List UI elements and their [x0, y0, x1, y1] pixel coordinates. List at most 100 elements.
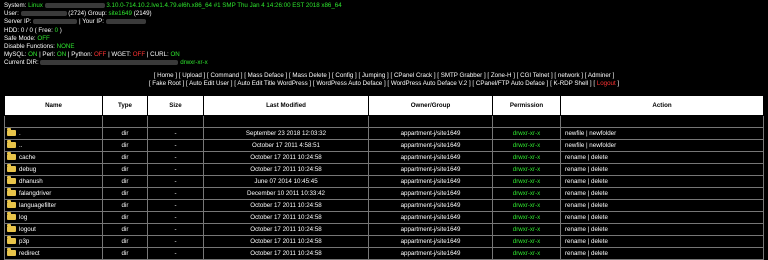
action-cell[interactable]: rename | delete: [560, 151, 764, 164]
permission-cell[interactable]: drwxr-xr-x: [492, 151, 561, 164]
server-info-panel: System: Linux 3.10.0-714.10.2.lve1.4.79.…: [4, 2, 342, 68]
menu-link-cpanel-crack[interactable]: CPanel Crack: [394, 72, 432, 79]
menu-link-cgi-telnet[interactable]: CGI Telnet: [520, 72, 549, 79]
action-cell[interactable]: rename | delete: [560, 163, 764, 176]
action-cell[interactable]: rename | delete: [560, 199, 764, 212]
folder-link[interactable]: logout: [19, 226, 36, 233]
action-cell[interactable]: newfile | newfolder: [560, 139, 764, 152]
hdd-row: HDD: 0 / 0 ( Free: 0 ): [4, 27, 342, 35]
action-cell[interactable]: rename | delete: [560, 235, 764, 248]
user-row: User: (2724) Group: site1649 (2149): [4, 10, 342, 18]
folder-link[interactable]: debug: [19, 166, 36, 173]
size-cell: -: [147, 163, 204, 176]
column-header-action: Action: [560, 95, 764, 116]
size-cell: -: [147, 199, 204, 212]
current-dir-row: Current DIR: drwxr-xr-x: [4, 59, 342, 67]
action-cell[interactable]: newfile | newfolder: [560, 127, 764, 140]
folder-icon: [7, 224, 16, 233]
owner-cell: appartment-j/site1649: [368, 139, 493, 152]
column-header-size: Size: [147, 95, 204, 116]
modified-cell: October 17 2011 10:24:58: [203, 235, 369, 248]
permission-cell[interactable]: drwxr-xr-x: [492, 139, 561, 152]
permission-cell[interactable]: drwxr-xr-x: [492, 211, 561, 224]
action-cell[interactable]: rename | delete: [560, 247, 764, 260]
action-cell[interactable]: rename | delete: [560, 211, 764, 224]
folder-link[interactable]: p3p: [19, 238, 29, 245]
folder-icon: [7, 128, 16, 137]
name-cell: .: [4, 127, 103, 140]
safe-mode-value: OFF: [37, 34, 50, 42]
size-cell: -: [147, 175, 204, 188]
folder-link[interactable]: cache: [19, 154, 36, 161]
modified-cell: December 10 2011 10:33:42: [203, 187, 369, 200]
menu-link-upload[interactable]: Upload: [182, 72, 202, 79]
curl-value: ON: [170, 51, 180, 59]
menu-link-k-rdp-shell[interactable]: K-RDP Shell: [554, 80, 589, 87]
permission-cell[interactable]: drwxr-xr-x: [492, 163, 561, 176]
permission-cell[interactable]: drwxr-xr-x: [492, 235, 561, 248]
menu-link-logout[interactable]: Logout: [597, 80, 616, 87]
action-cell[interactable]: rename | delete: [560, 187, 764, 200]
menu-link-config[interactable]: Config: [335, 72, 353, 79]
owner-cell: appartment-j/site1649: [368, 127, 493, 140]
menu-link-adminer[interactable]: Adminer: [588, 72, 611, 79]
tool-menu-row-2: [ Fake Root ] [ Auto Edit User ] [ Auto …: [0, 80, 768, 87]
folder-icon: [7, 188, 16, 197]
menu-link-network[interactable]: network: [558, 72, 580, 79]
table-row: cache dir - October 17 2011 10:24:58 appartm…: [4, 151, 764, 164]
wget-value: OFF: [132, 51, 146, 59]
permission-cell[interactable]: drwxr-xr-x: [492, 199, 561, 212]
permission-cell[interactable]: drwxr-xr-x: [492, 175, 561, 188]
menu-link-cpanel-ftp-auto-deface[interactable]: CPanel/FTP Auto Deface: [476, 80, 545, 87]
name-cell: redirect: [4, 247, 103, 260]
menu-link-zone-h[interactable]: Zone-H: [491, 72, 512, 79]
redacted-dir-path[interactable]: [40, 60, 179, 66]
menu-link-jumping[interactable]: Jumping: [362, 72, 385, 79]
user-id: (2724): [68, 10, 87, 18]
menu-link-mass-deface[interactable]: Mass Deface: [248, 72, 284, 79]
modified-cell: October 17 2011 10:24:58: [203, 163, 369, 176]
folder-icon: [7, 176, 16, 185]
folder-link[interactable]: ..: [19, 142, 22, 149]
modified-cell: October 17 2011 10:24:58: [203, 223, 369, 236]
safe-mode-label: Safe Mode:: [4, 34, 36, 42]
column-header-type: Type: [102, 95, 148, 116]
menu-link-home[interactable]: Home: [157, 72, 174, 79]
folder-link[interactable]: .: [19, 130, 21, 137]
menu-link-command[interactable]: Command: [210, 72, 239, 79]
action-cell[interactable]: rename | delete: [560, 223, 764, 236]
folder-link[interactable]: languagefilter: [19, 202, 56, 209]
menu-link-smtp-grabber[interactable]: SMTP Grabber: [441, 72, 483, 79]
menu-link-fake-root[interactable]: Fake Root: [152, 80, 181, 87]
column-header-last-modified: Last Modified: [203, 95, 369, 116]
folder-icon: [7, 152, 16, 161]
size-cell: -: [147, 223, 204, 236]
folder-link[interactable]: log: [19, 214, 27, 221]
menu-bracket: ]: [615, 80, 620, 87]
owner-cell: appartment-j/site1649: [368, 163, 493, 176]
table-body: . dir - September 23 2018 12:03:32 appartmen…: [4, 115, 764, 260]
menu-link-wordpress-auto-deface[interactable]: WordPress Auto Deface: [316, 80, 382, 87]
spacer-cell: [102, 115, 148, 128]
table-header-row: Name Type Size Last Modified Owner/Group Perm…: [4, 95, 764, 116]
menu-link-wordpress-auto-deface-v-2[interactable]: WordPress Auto Deface V.2: [391, 80, 467, 87]
folder-link[interactable]: redirect: [19, 250, 40, 257]
owner-cell: appartment-j/site1649: [368, 151, 493, 164]
menu-link-mass-delete[interactable]: Mass Delete: [292, 72, 326, 79]
permission-cell[interactable]: drwxr-xr-x: [492, 187, 561, 200]
menu-link-auto-edit-title-wordpress[interactable]: Auto Edit Title WordPress: [237, 80, 307, 87]
menu-link-auto-edit-user[interactable]: Auto Edit User: [189, 80, 229, 87]
permission-cell[interactable]: drwxr-xr-x: [492, 247, 561, 260]
permission-cell[interactable]: drwxr-xr-x: [492, 127, 561, 140]
type-cell: dir: [102, 223, 148, 236]
uname-prefix: Linux: [28, 2, 43, 9]
mysql-value: ON: [28, 51, 38, 59]
action-cell[interactable]: rename | delete: [560, 175, 764, 188]
table-row: log dir - October 17 2011 10:24:58 appartmen…: [4, 211, 764, 224]
type-cell: dir: [102, 139, 148, 152]
mysql-label: MySQL:: [4, 51, 27, 59]
server-ip-label: Server IP:: [4, 18, 32, 26]
folder-link[interactable]: falangdriver: [19, 190, 51, 197]
permission-cell[interactable]: drwxr-xr-x: [492, 223, 561, 236]
folder-link[interactable]: dhanush: [19, 178, 43, 185]
